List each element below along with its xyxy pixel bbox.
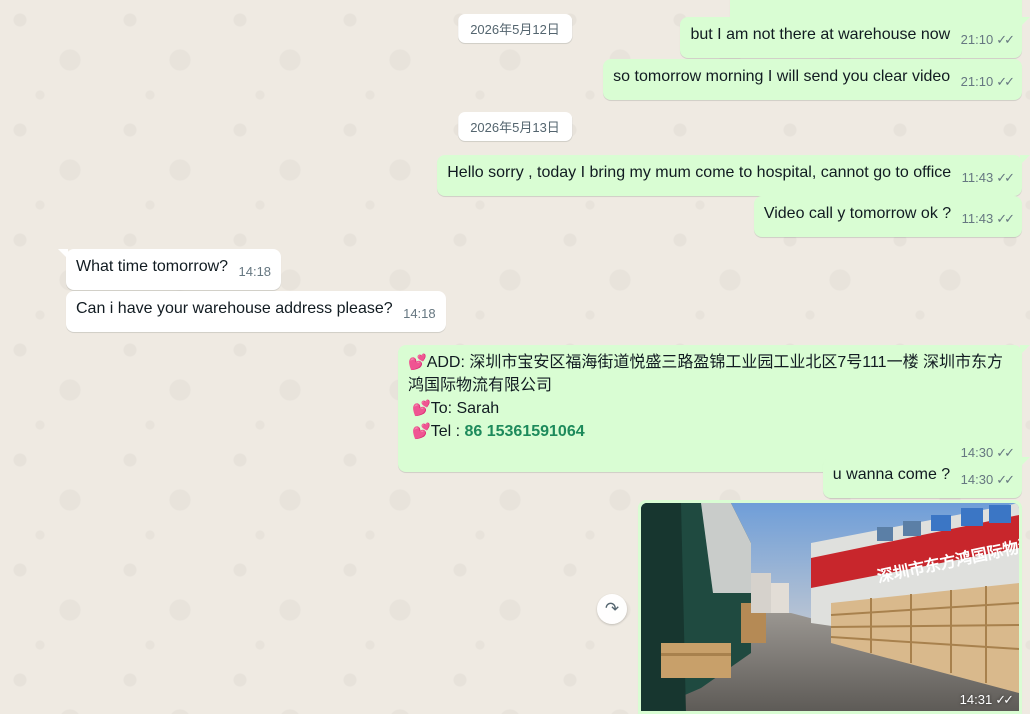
warehouse-photo-image: 深圳市东方鸿国际物流 <box>641 503 1019 711</box>
message-meta: 11:43 ✓✓ <box>961 207 1015 230</box>
message-time: 14:18 <box>238 264 272 279</box>
message-text: What time tomorrow? <box>76 258 229 275</box>
message-time: 14:30 <box>960 472 994 487</box>
message-incoming[interactable]: Can i have your warehouse address please… <box>66 291 446 332</box>
heart-icon: 💕 <box>412 400 431 417</box>
message-outgoing[interactable]: Hello sorry , today I bring my mum come … <box>437 155 1030 196</box>
message-meta: 21:10 ✓✓ <box>960 28 1015 51</box>
message-time: 21:10 <box>960 32 994 47</box>
message-outgoing[interactable]: u wanna come ? 14:30 ✓✓ <box>822 457 1030 498</box>
message-meta: 14:31 ✓✓ <box>959 692 1014 708</box>
message-time: 21:10 <box>960 74 994 89</box>
message-text: Hello sorry , today I bring my mum come … <box>447 164 952 181</box>
recipient-text: To: Sarah <box>430 400 500 417</box>
message-meta: 14:30 ✓✓ <box>960 468 1015 491</box>
heart-icon: 💕 <box>412 423 431 440</box>
message-time: 11:43 <box>961 211 994 226</box>
heart-icon: 💕 <box>408 354 427 371</box>
address-text: ADD: 深圳市宝安区福海街道悦盛三路盈锦工业园工业北区7号111一楼 深圳市东… <box>408 354 1004 394</box>
double-check-icon: ✓✓ <box>996 32 1015 47</box>
double-check-icon: ✓✓ <box>996 472 1015 487</box>
message-outgoing[interactable]: but I am not there at warehouse now 21:1… <box>680 17 1030 58</box>
message-text: u wanna come ? <box>832 466 951 483</box>
message-meta: 21:10 ✓✓ <box>960 70 1015 93</box>
message-outgoing[interactable]: Video call y tomorrow ok ? 11:43 ✓✓ <box>753 196 1022 237</box>
message-meta: 11:43 ✓✓ <box>961 166 1015 189</box>
double-check-icon: ✓✓ <box>996 74 1015 89</box>
message-text: but I am not there at warehouse now <box>690 26 951 43</box>
warehouse-photo[interactable]: 深圳市东方鸿国际物流 14:31 ✓✓ <box>641 503 1019 711</box>
message-incoming[interactable]: What time tomorrow? 14:18 <box>57 249 282 290</box>
phone-link[interactable]: 86 15361591064 <box>464 423 584 440</box>
message-text: Can i have your warehouse address please… <box>76 300 393 317</box>
double-check-icon: ✓✓ <box>996 170 1015 185</box>
message-outgoing-address[interactable]: 💕ADD: 深圳市宝安区福海街道悦盛三路盈锦工业园工业北区7号111一楼 深圳市… <box>398 345 1030 472</box>
date-separator: 2026年5月13日 <box>458 112 572 141</box>
double-check-icon: ✓✓ <box>995 692 1014 707</box>
message-text: so tomorrow morning I will send you clea… <box>613 68 951 85</box>
forward-icon[interactable]: ↷ <box>597 594 627 624</box>
message-text: Video call y tomorrow ok ? <box>763 205 952 222</box>
date-separator: 2026年5月12日 <box>458 14 572 43</box>
message-time: 14:31 <box>959 692 993 707</box>
message-time: 11:43 <box>961 170 994 185</box>
message-outgoing[interactable]: so tomorrow morning I will send you clea… <box>603 59 1022 100</box>
message-time: 14:18 <box>403 306 436 321</box>
image-message[interactable]: 深圳市东方鸿国际物流 14:31 ✓✓ <box>638 500 1022 714</box>
double-check-icon: ✓✓ <box>996 211 1015 226</box>
tel-label: Tel : <box>430 423 465 440</box>
